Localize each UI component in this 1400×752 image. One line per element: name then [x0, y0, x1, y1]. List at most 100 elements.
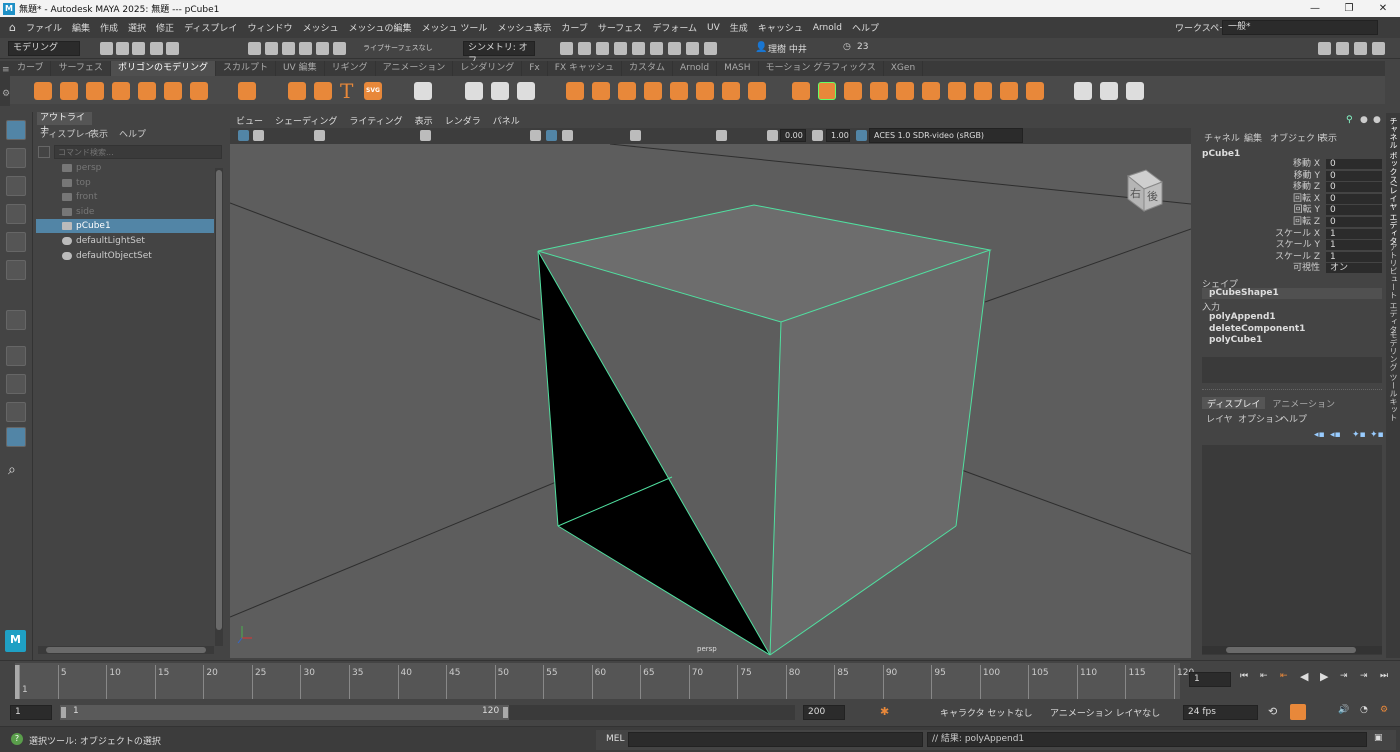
channel-attr-row[interactable]: スケール X 1	[1202, 228, 1382, 240]
timeline-track[interactable]: 1 5 10 15 20 25 30 35 40 45 50 55 60 65 70 75 80 85 90 95 10…	[15, 663, 1194, 699]
live-surface-field[interactable]: サーフェスなし	[384, 43, 433, 53]
channel-attr-label[interactable]: 回転 Y	[1294, 205, 1320, 216]
anim-end-field[interactable]: 200	[803, 705, 845, 720]
step-forward-frame-icon[interactable]: ⇥	[1360, 671, 1368, 681]
shelf-tab-motion-graphics[interactable]: モーション グラフィックス	[759, 61, 884, 76]
outliner-item[interactable]: side	[36, 205, 214, 219]
viewport-canvas[interactable]: 右 後 persp	[230, 144, 1191, 658]
loop-icon[interactable]: ⟲	[1268, 705, 1277, 718]
channel-attr-value[interactable]: 0	[1326, 217, 1382, 227]
shelf-tab-custom[interactable]: カスタム	[622, 61, 673, 76]
undo-icon[interactable]	[150, 42, 163, 55]
cb-shape-name[interactable]: pCubeShape1	[1202, 288, 1382, 299]
channel-attr-value[interactable]: 0	[1326, 193, 1382, 204]
channel-attr-row[interactable]: 可視性 オン	[1202, 263, 1382, 274]
range-start-handle[interactable]	[61, 707, 66, 718]
select-hierarchy-icon[interactable]	[248, 42, 261, 55]
layer-menu-layers[interactable]: レイヤ	[1206, 412, 1233, 425]
channel-attr-row[interactable]: 移動 Y 0	[1202, 170, 1382, 182]
cb-input-item[interactable]: deleteComponent1	[1209, 324, 1305, 334]
toggle-tool-settings-icon[interactable]	[1354, 42, 1367, 55]
range-bar[interactable]: 1 120	[60, 705, 795, 720]
anim-layer-dropdown[interactable]: アニメーション レイヤなし	[1050, 706, 1160, 719]
menu-windows[interactable]: ウィンドウ	[242, 21, 297, 34]
snap-curve-icon[interactable]	[316, 42, 329, 55]
single-perspective-layout-icon[interactable]	[6, 346, 26, 366]
construction-history-icon[interactable]	[560, 42, 573, 55]
cb-object-name[interactable]: pCube1	[1202, 149, 1240, 159]
layer-tab-animation[interactable]: アニメーション	[1265, 397, 1342, 410]
shelf-tab-sculpting[interactable]: スカルプト	[216, 61, 276, 76]
toggle-channel-box-icon[interactable]	[1372, 42, 1385, 55]
channel-attr-row[interactable]: 回転 Y 0	[1202, 205, 1382, 216]
offset-edge-loop-icon[interactable]	[1126, 82, 1144, 100]
arnold-render-view-icon[interactable]	[650, 42, 663, 55]
wireframe-icon[interactable]	[530, 130, 541, 141]
camera-attributes-icon[interactable]	[253, 130, 264, 141]
exposure-field[interactable]: 0.00	[780, 129, 806, 142]
menu-select[interactable]: 選択	[123, 21, 151, 34]
channel-attr-label[interactable]: 回転 Z	[1293, 217, 1320, 228]
grid-icon[interactable]	[420, 130, 431, 141]
menu-set-dropdown[interactable]: モデリング	[8, 41, 80, 56]
layer-menu-help[interactable]: ヘルプ	[1280, 412, 1307, 425]
bookmark-icon[interactable]	[314, 130, 325, 141]
channel-attr-label[interactable]: 移動 Z	[1293, 182, 1320, 193]
channel-attr-row[interactable]: 移動 Z 0	[1202, 182, 1382, 193]
shelf-tab-fx-caching[interactable]: FX キャッシュ	[548, 61, 622, 76]
cb-menu-edit[interactable]: 編集	[1244, 131, 1262, 144]
play-backwards-icon[interactable]: ◀	[1300, 670, 1308, 683]
move-tool-icon[interactable]	[6, 204, 26, 224]
center-pivot-icon[interactable]	[517, 82, 535, 100]
vp-menu-show[interactable]: 表示	[409, 114, 439, 127]
menu-cache[interactable]: キャッシュ	[753, 21, 808, 34]
menu-edit-mesh[interactable]: メッシュの編集	[343, 21, 416, 34]
poly-cube-icon[interactable]	[60, 82, 78, 100]
channel-attr-row[interactable]: 回転 X 0	[1202, 193, 1382, 205]
vp-menu-renderer[interactable]: レンダラ	[439, 114, 487, 127]
step-back-frame-icon[interactable]: ⇤	[1260, 671, 1268, 681]
boolean-intersection-icon[interactable]	[696, 82, 714, 100]
boolean-union-icon[interactable]	[644, 82, 662, 100]
symmetry-dropdown[interactable]: シンメトリ: オフ	[463, 41, 535, 66]
shelf-tab-curves[interactable]: カーブ	[10, 61, 52, 76]
mirror-icon[interactable]	[722, 82, 740, 100]
outliner-item[interactable]: persp	[36, 161, 214, 175]
menu-mesh[interactable]: メッシュ	[297, 21, 343, 34]
channel-attr-row[interactable]: 移動 X 0	[1202, 159, 1382, 170]
animation-preferences-icon[interactable]: ⚙	[1380, 705, 1388, 715]
search-options-icon[interactable]	[38, 146, 50, 158]
four-view-layout-icon[interactable]	[6, 374, 26, 394]
select-tool-icon[interactable]	[6, 120, 26, 140]
maya-home-icon[interactable]: M	[5, 630, 26, 652]
super-shape-icon[interactable]	[288, 82, 306, 100]
channel-attr-row[interactable]: 回転 Z 0	[1202, 217, 1382, 228]
channel-attr-value[interactable]: オン	[1326, 263, 1382, 274]
outliner-menu-display[interactable]: ディスプレイ	[40, 127, 93, 140]
menu-deform[interactable]: デフォーム	[647, 21, 702, 34]
maximize-button[interactable]: ❐	[1332, 0, 1366, 17]
append-to-polygon-icon[interactable]	[818, 82, 836, 100]
cb-menu-channels[interactable]: チャネル	[1204, 131, 1240, 144]
hypershade-icon[interactable]	[632, 42, 645, 55]
scale-tool-icon[interactable]	[6, 260, 26, 280]
shelf-tab-fx[interactable]: Fx	[522, 61, 548, 76]
paint-select-tool-icon[interactable]	[6, 176, 26, 196]
collapse-icon[interactable]	[1000, 82, 1018, 100]
poly-disc-icon[interactable]	[190, 82, 208, 100]
vp-menu-lighting[interactable]: ライティング	[343, 114, 408, 127]
vp-menu-view[interactable]: ビュー	[230, 114, 269, 127]
channel-box-icon-1[interactable]: ⚲	[1346, 115, 1353, 125]
render-settings-icon[interactable]	[614, 42, 627, 55]
outliner-item[interactable]: top	[36, 176, 214, 190]
shelf-tab-rigging[interactable]: リギング	[325, 61, 376, 76]
menu-file[interactable]: ファイル	[21, 21, 67, 34]
layer-move-down-icon[interactable]: ◂▪	[1330, 430, 1341, 440]
menu-uv[interactable]: UV	[702, 23, 725, 33]
insert-edge-loop-icon[interactable]	[1100, 82, 1118, 100]
channel-attr-row[interactable]: スケール Y 1	[1202, 240, 1382, 251]
bevel-icon[interactable]	[870, 82, 888, 100]
poly-torus-icon[interactable]	[138, 82, 156, 100]
sculpt-brush-icon[interactable]	[1074, 82, 1092, 100]
menu-curves[interactable]: カーブ	[556, 21, 592, 34]
